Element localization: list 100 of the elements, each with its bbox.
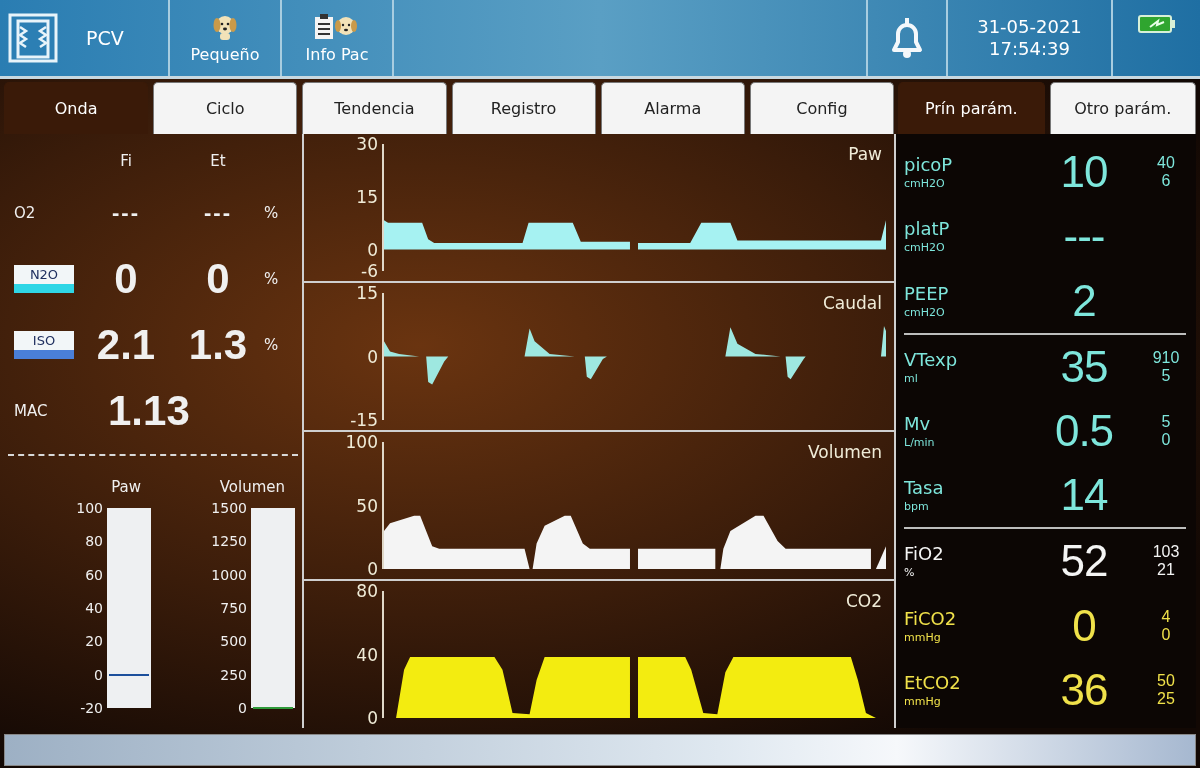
unit-text: bpm [904, 500, 930, 514]
parameter-label: PEEP [904, 282, 950, 304]
alarm-limit: 21 [1157, 561, 1175, 580]
alarm-limit: 4 [1161, 607, 1171, 626]
tab[interactable]: Config [749, 82, 895, 134]
tick-label: 30 [356, 134, 378, 154]
tick-label: 1500 [211, 500, 247, 516]
gauge-title: Paw [111, 478, 141, 496]
gas-value: 1.3 [187, 321, 249, 369]
parameter-value: --- [1062, 211, 1106, 262]
unit-text: ml [904, 371, 919, 385]
date-text: 31-05-2021 [977, 16, 1082, 38]
unit-text: mmHg [904, 694, 942, 708]
tab[interactable]: Alarma [600, 82, 745, 134]
parameter-value: 0 [1071, 600, 1097, 651]
alarm-limit: 0 [1161, 431, 1171, 449]
alarm-limit: 5 [1161, 413, 1171, 431]
tab[interactable]: Ciclo [153, 82, 298, 134]
unit-text: mmHg [904, 630, 942, 644]
parameter-value: 10 [1059, 147, 1109, 198]
parameter-label: Tasa [904, 477, 945, 499]
tick-label: -15 [350, 410, 378, 430]
ventilation-mode: PCV [86, 27, 124, 49]
bellows-icon [8, 13, 58, 63]
column-header: Et [209, 152, 227, 170]
agent-label: ISO [14, 331, 74, 359]
tick-label: 1250 [211, 533, 247, 550]
tick-label: 40 [356, 644, 378, 665]
parameter-label: picoP [904, 154, 954, 176]
tick-label: 0 [367, 239, 378, 260]
tick-label: 50 [356, 495, 378, 516]
patient-info-button[interactable]: Info Pac [282, 0, 394, 76]
tick-label: -6 [361, 261, 378, 281]
tick-label: 1000 [211, 566, 247, 583]
unit-text: cmH2O [904, 241, 946, 255]
gas-value: 0 [113, 255, 139, 303]
tab[interactable]: Registro [451, 82, 596, 134]
unit-text: % [264, 270, 280, 288]
alarm-limit: 40 [1157, 154, 1175, 173]
waveform-title: Paw [848, 144, 882, 164]
tick-label: 15 [356, 186, 378, 207]
alarm-limit: 0 [1161, 625, 1171, 644]
tick-label: 80 [356, 581, 378, 601]
mac-value: 1.13 [107, 387, 191, 435]
tick-label: -20 [80, 700, 103, 716]
waveform-title: Volumen [808, 442, 882, 462]
parameter-label: FiO2 [904, 543, 945, 565]
time-text: 17:54:39 [989, 38, 1070, 60]
patient-size-button[interactable]: Pequeño [170, 0, 282, 76]
tick-label: 750 [220, 600, 247, 616]
parameter-label: VTexp [904, 348, 959, 370]
unit-text: % [264, 204, 280, 222]
gas-value: 0 [205, 255, 231, 303]
parameter-value: 14 [1059, 470, 1109, 521]
parameter-label: FiCO2 [904, 607, 958, 629]
tab[interactable]: Onda [4, 82, 149, 134]
gas-value: 2.1 [95, 321, 157, 369]
tab[interactable]: Tendencia [302, 82, 447, 134]
tab[interactable]: Otro parám. [1049, 82, 1196, 134]
tick-label: 0 [367, 346, 378, 367]
tab[interactable]: Prín parám. [898, 82, 1045, 134]
waveform-title: CO2 [845, 591, 882, 611]
tick-label: 0 [238, 700, 247, 716]
tick-label: 0 [367, 559, 378, 579]
tick-label: 500 [220, 633, 247, 650]
gas-value: --- [111, 200, 141, 226]
agent-label: N2O [14, 265, 74, 293]
tick-label: 80 [85, 533, 103, 550]
parameter-value: 36 [1059, 664, 1109, 715]
unit-text: cmH2O [904, 177, 946, 191]
parameter-value: 35 [1059, 341, 1109, 392]
alarm-limit: 50 [1157, 671, 1175, 690]
tick-label: 20 [85, 633, 103, 650]
parameter-label: platP [904, 218, 951, 240]
waveform-title: Caudal [823, 293, 882, 313]
parameter-value: 2 [1071, 275, 1097, 326]
tick-label: 60 [85, 566, 103, 583]
tick-label: 100 [76, 500, 103, 516]
alarm-limit: 103 [1152, 543, 1180, 562]
tick-label: 0 [367, 708, 378, 728]
parameter-value: 0.5 [1053, 406, 1115, 456]
parameter-label: Mv [904, 413, 932, 434]
alarm-limit: 5 [1161, 366, 1171, 385]
gauge-title: Volumen [219, 478, 285, 496]
tick-label: 0 [94, 666, 103, 683]
alarm-limit: 6 [1161, 172, 1171, 191]
unit-text: L/min [904, 436, 936, 449]
gas-label: MAC [13, 402, 49, 420]
mode-button[interactable]: PCV [0, 0, 170, 76]
unit-text: % [264, 336, 280, 354]
parameter-value: 52 [1059, 536, 1109, 587]
battery-icon [1137, 14, 1176, 34]
tick-label: 100 [345, 432, 378, 452]
tick-label: 250 [220, 666, 247, 683]
tick-label: 40 [85, 600, 103, 616]
unit-text: % [904, 566, 916, 580]
gas-value: --- [203, 200, 233, 226]
gas-label: O2 [13, 204, 37, 222]
unit-text: cmH2O [904, 305, 946, 319]
tick-label: 15 [356, 283, 378, 303]
